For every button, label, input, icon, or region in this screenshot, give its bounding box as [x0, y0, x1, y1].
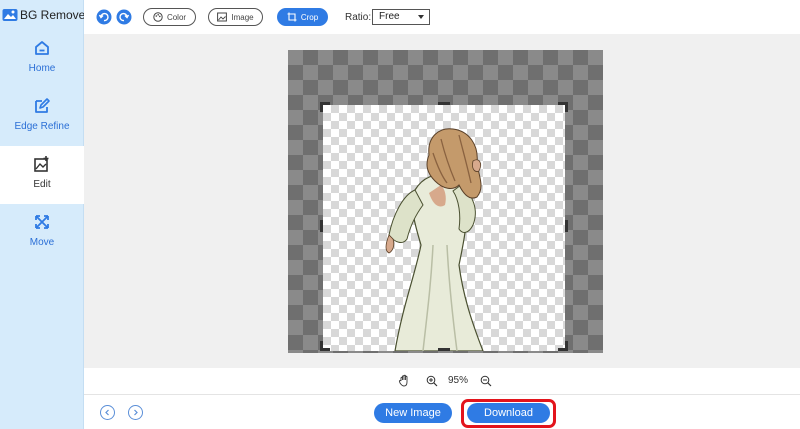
crop-handle-top[interactable] [438, 102, 450, 105]
sidebar-item-label: Home [28, 63, 56, 74]
zoom-level: 95% [448, 375, 469, 386]
crop-handle-right[interactable] [565, 220, 568, 232]
zoom-out-icon[interactable] [480, 375, 492, 387]
toolbar: Color Image Crop Ratio: Free [84, 0, 800, 34]
image-edit-icon [34, 156, 49, 172]
next-button[interactable] [128, 405, 143, 420]
edit-pen-icon [35, 98, 50, 113]
crop-handle-top-right[interactable] [558, 102, 568, 112]
undo-icon[interactable] [96, 9, 112, 25]
sidebar-item-move[interactable]: Move [0, 204, 84, 262]
zoom-in-icon[interactable] [426, 375, 438, 387]
ratio-label: Ratio: [345, 12, 372, 23]
new-image-button[interactable]: New Image [374, 403, 452, 423]
sidebar-item-edit[interactable]: Edit [0, 146, 84, 204]
crop-handle-bottom-left[interactable] [320, 341, 330, 351]
color-button-label: Color [166, 12, 187, 22]
ratio-select-value: Free [379, 11, 400, 22]
canvas-area [84, 34, 800, 368]
image-button-label: Image [231, 12, 254, 22]
download-button-label: Download [484, 407, 533, 419]
crop-region[interactable] [323, 105, 565, 351]
crop-handle-left[interactable] [320, 220, 323, 232]
sidebar-item-label: Edge Refine [14, 121, 70, 132]
image-button[interactable]: Image [208, 8, 263, 26]
chevron-down-icon [418, 15, 424, 19]
sidebar-item-label: Move [29, 237, 55, 248]
logo-icon [2, 9, 18, 21]
color-button[interactable]: Color [143, 8, 196, 26]
hand-icon[interactable] [398, 374, 411, 387]
crop-handle-bottom-right[interactable] [558, 341, 568, 351]
brand: BG Remover [0, 4, 89, 26]
crop-handle-top-left[interactable] [320, 102, 330, 112]
sidebar-item-edge-refine[interactable]: Edge Refine [0, 88, 84, 146]
home-icon [35, 41, 49, 55]
app-window: BG Remover Home Edge Refine Edit Move Co… [0, 0, 800, 429]
redo-icon[interactable] [116, 9, 132, 25]
image-icon [217, 12, 228, 22]
palette-icon [153, 12, 163, 22]
move-arrows-icon [35, 215, 49, 229]
crop-icon [287, 12, 297, 22]
previous-button[interactable] [100, 405, 115, 420]
cutout-person-image [385, 128, 484, 351]
bottom-bar: New Image Download [84, 394, 800, 429]
ratio-select[interactable]: Free [372, 9, 430, 25]
crop-button-label: Crop [300, 12, 319, 22]
chevron-left-icon [105, 409, 109, 416]
sidebar-item-home[interactable]: Home [0, 30, 84, 88]
image-stage [288, 50, 603, 353]
crop-button[interactable]: Crop [277, 8, 328, 26]
crop-handle-bottom[interactable] [438, 348, 450, 351]
sidebar-item-label: Edit [33, 179, 51, 190]
zoom-bar: 95% [84, 368, 800, 394]
download-button[interactable]: Download [467, 403, 550, 423]
new-image-button-label: New Image [385, 407, 441, 419]
sidebar: BG Remover Home Edge Refine Edit Move [0, 0, 89, 429]
chevron-right-icon [134, 409, 138, 416]
app-title: BG Remover [20, 8, 90, 22]
